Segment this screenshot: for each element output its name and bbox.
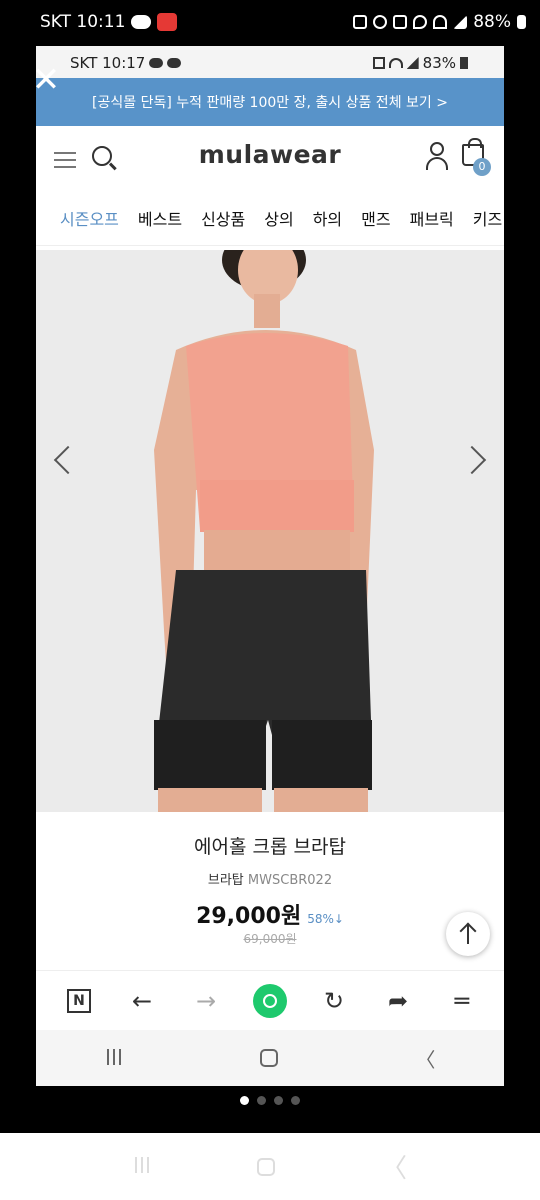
page-indicator [0, 1096, 540, 1105]
refresh-icon[interactable]: ↻ [317, 984, 351, 1018]
chat-icon [131, 15, 152, 29]
mute-icon [372, 57, 385, 69]
signal-icon [453, 15, 468, 29]
arrow-up-icon[interactable] [446, 912, 490, 956]
cart-count-badge: 0 [473, 158, 491, 176]
talk-icon [167, 58, 182, 68]
wifi-icon [388, 58, 403, 68]
battery-icon [517, 15, 526, 29]
lock-icon [353, 15, 368, 29]
location-icon [413, 15, 428, 29]
close-icon[interactable]: ✕ [30, 63, 62, 97]
outer-carrier-time: SKT 10:11 [40, 12, 126, 32]
signal-icon [406, 57, 419, 69]
outer-system-nav: 〈 [0, 1133, 540, 1200]
green-dot-icon[interactable] [253, 983, 287, 1018]
product-category: 브라탑 [207, 873, 244, 888]
page-dot [291, 1096, 300, 1105]
category-mens[interactable]: 맨즈 [361, 206, 390, 230]
category-season-off[interactable]: 시즌오프 [60, 206, 119, 230]
product-info: 에어홀 크롭 브라탑 브라탑 MWSCBR022 29,000원 58%↓ 69… [36, 812, 504, 972]
inner-battery-text: 83% [422, 54, 456, 72]
category-new[interactable]: 신상품 [201, 206, 245, 230]
inner-status-bar: SKT 10:17 83% [36, 46, 504, 78]
page-dot [257, 1096, 266, 1105]
category-fabric[interactable]: 패브릭 [410, 206, 454, 230]
original-price: 69,000원 [243, 932, 297, 946]
product-title[interactable]: 에어홀 크롭 브라탑 [36, 832, 504, 859]
outer-status-bar: SKT 10:11 88% [0, 0, 540, 44]
inner-system-nav: 〈 [36, 1030, 504, 1086]
app-badge-icon [157, 13, 178, 31]
product-image-carousel[interactable] [36, 250, 504, 812]
site-header: mulawear 0 [36, 126, 504, 190]
system-back-icon[interactable]: 〈 [381, 1148, 407, 1185]
phone-screenshot: SKT 10:17 83% [공식몰 단독] 누적 판매량 100만 장, 출시… [36, 46, 504, 1086]
back-arrow-icon[interactable]: ← [125, 984, 159, 1018]
outer-battery-text: 88% [473, 12, 511, 32]
category-best[interactable]: 베스트 [138, 206, 182, 230]
mute-icon [393, 15, 408, 29]
forward-arrow-icon[interactable]: → [189, 984, 223, 1018]
product-price: 29,000원 [196, 904, 302, 929]
product-code: MWSCBR022 [247, 873, 333, 888]
battery-icon [460, 57, 468, 69]
inner-carrier-time: SKT 10:17 [70, 54, 146, 72]
alarm-icon [373, 15, 388, 29]
home-icon[interactable] [259, 1049, 278, 1067]
promo-banner[interactable]: [공식몰 단독] 누적 판매량 100만 장, 출시 상품 전체 보기 > [36, 78, 504, 126]
user-icon[interactable] [426, 142, 448, 170]
wifi-icon [433, 15, 448, 29]
system-back-icon[interactable]: 〈 [415, 1044, 435, 1073]
product-discount: 58%↓ [307, 912, 344, 926]
category-nav: 시즌오프 베스트 신상품 상의 하의 맨즈 패브릭 키즈 [36, 190, 504, 246]
category-kids[interactable]: 키즈 [473, 206, 502, 230]
product-photo [36, 250, 504, 812]
recent-apps-icon[interactable] [133, 1156, 151, 1177]
home-icon[interactable] [256, 1157, 275, 1176]
share-icon[interactable]: ➦ [381, 984, 415, 1018]
category-bottoms[interactable]: 하의 [313, 206, 342, 230]
recent-apps-icon[interactable] [105, 1046, 123, 1070]
browser-toolbar: N ← → ↻ ➦ ═ [36, 970, 504, 1030]
hamburger-icon[interactable]: ═ [445, 984, 479, 1018]
price-row: 29,000원 58%↓ [36, 898, 504, 930]
category-tops[interactable]: 상의 [264, 206, 293, 230]
page-dot [274, 1096, 283, 1105]
page-dot-active [240, 1096, 249, 1105]
message-icon [149, 58, 164, 68]
product-subtitle: 브라탑 MWSCBR022 [36, 869, 504, 888]
naver-icon[interactable]: N [61, 984, 95, 1018]
